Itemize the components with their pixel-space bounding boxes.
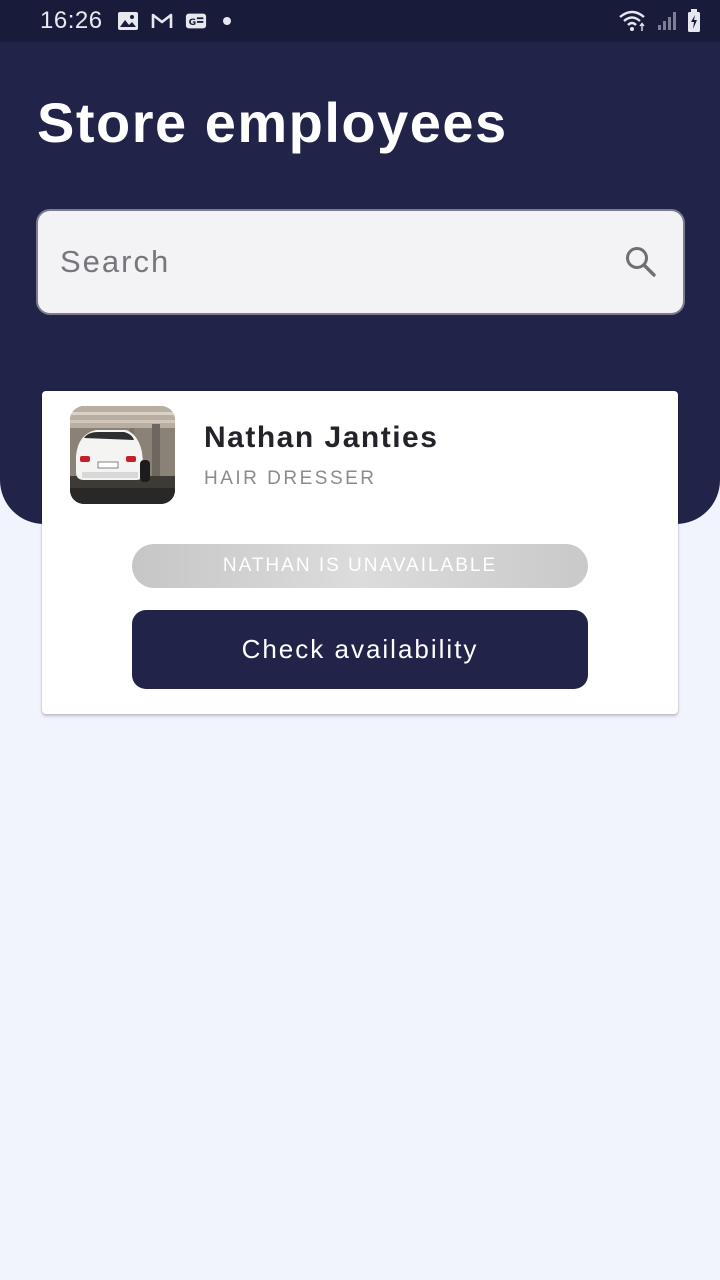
employee-card: Nathan Janties HAIR DRESSER NATHAN IS UN…	[42, 391, 678, 714]
check-availability-button[interactable]: Check availability	[132, 610, 588, 689]
app-screen: 16:26 G Store employees Search Nathan Ja…	[0, 0, 720, 1280]
news-icon: G	[185, 10, 207, 32]
gallery-icon	[117, 10, 139, 32]
status-time: 16:26	[40, 7, 103, 34]
dot-icon	[222, 17, 231, 25]
wifi-icon	[618, 10, 648, 32]
signal-icon	[656, 10, 678, 32]
page-title: Store employees	[37, 91, 508, 154]
gmail-icon	[151, 10, 173, 32]
employee-role: HAIR DRESSER	[204, 468, 377, 489]
battery-icon	[686, 9, 702, 32]
availability-status-badge: NATHAN IS UNAVAILABLE	[132, 544, 588, 588]
search-bar[interactable]	[36, 209, 685, 315]
status-bar: 16:26 G	[0, 0, 720, 42]
svg-text:G: G	[188, 17, 196, 28]
system-icons	[618, 9, 702, 32]
search-input[interactable]	[60, 244, 621, 280]
employee-avatar	[70, 406, 175, 504]
employee-name: Nathan Janties	[204, 421, 439, 454]
notification-icons: G	[117, 10, 231, 32]
search-icon[interactable]	[621, 242, 661, 282]
